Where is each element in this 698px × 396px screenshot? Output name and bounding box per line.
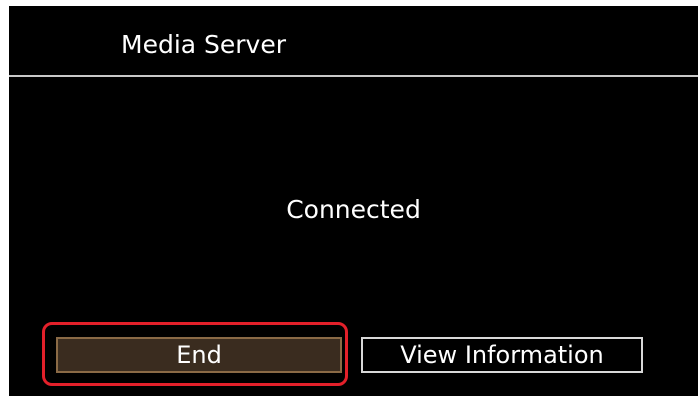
page-title: Media Server bbox=[121, 30, 287, 59]
camera-screen: Media Server Connected End View Informat… bbox=[9, 6, 698, 396]
end-button[interactable]: End bbox=[56, 337, 342, 373]
view-information-button[interactable]: View Information bbox=[361, 337, 643, 373]
title-divider bbox=[9, 75, 698, 77]
connection-status: Connected bbox=[286, 195, 421, 224]
